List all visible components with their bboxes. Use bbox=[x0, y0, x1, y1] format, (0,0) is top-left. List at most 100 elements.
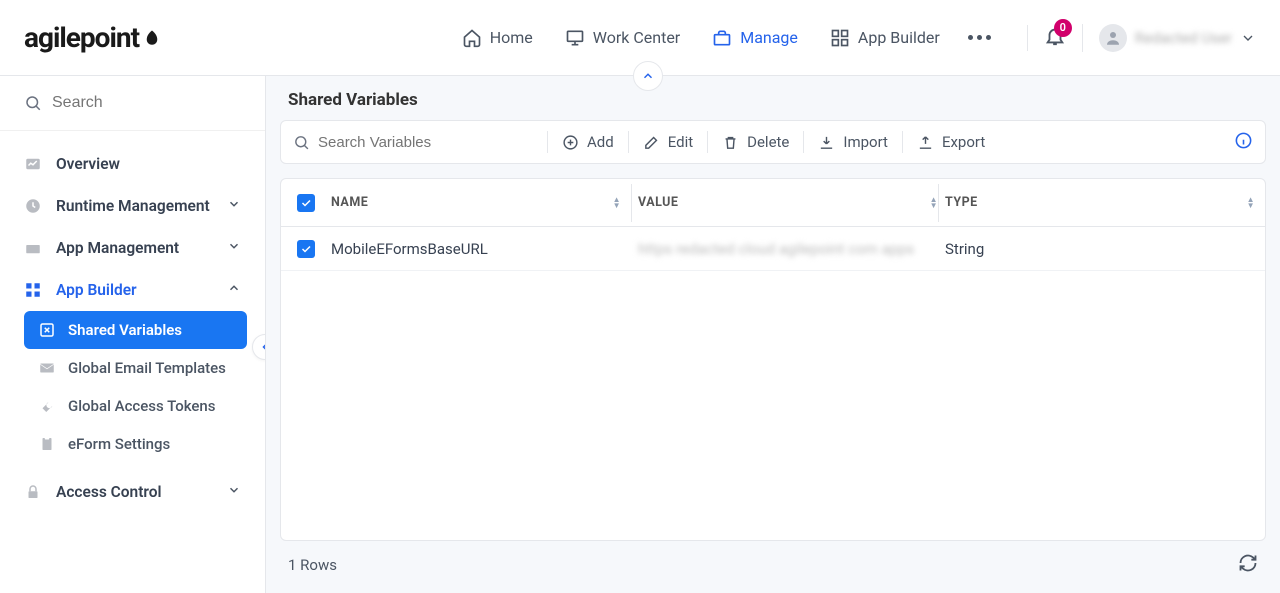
search-icon bbox=[24, 94, 42, 112]
nav-manage[interactable]: Manage bbox=[708, 22, 802, 54]
page-title: Shared Variables bbox=[266, 76, 1280, 120]
cell-value: https redacted cloud agilepoint com apps bbox=[638, 240, 914, 258]
variable-icon bbox=[38, 321, 56, 339]
search-icon bbox=[293, 134, 310, 151]
delete-label: Delete bbox=[747, 133, 789, 151]
import-button[interactable]: Import bbox=[818, 133, 888, 151]
clock-icon bbox=[24, 197, 42, 215]
sidebar-item-appmgmt[interactable]: App Management bbox=[0, 227, 265, 269]
home-icon bbox=[462, 28, 482, 48]
sidebar-subitems-appbuilder: Shared Variables Global Email Templates … bbox=[0, 311, 265, 471]
clipboard-icon bbox=[38, 435, 56, 453]
brand-text: agilepoint bbox=[24, 21, 139, 54]
sidebar-subitem-label: Shared Variables bbox=[68, 321, 182, 339]
divider bbox=[902, 131, 903, 153]
variables-table: Name ▲▼ Value ▲▼ Type ▲▼ bbox=[280, 178, 1266, 541]
toolbar-search[interactable] bbox=[293, 134, 533, 151]
trash-icon bbox=[722, 134, 739, 151]
nav-appbuilder[interactable]: App Builder bbox=[826, 22, 944, 54]
column-header-value[interactable]: Value ▲▼ bbox=[638, 195, 938, 210]
column-header-name[interactable]: Name ▲▼ bbox=[331, 195, 631, 210]
sidebar-item-label: Access Control bbox=[56, 483, 162, 501]
user-icon bbox=[1104, 29, 1122, 47]
info-button[interactable] bbox=[1234, 131, 1253, 154]
sidebar-subitem-label: Global Email Templates bbox=[68, 359, 226, 377]
toolbox-icon bbox=[24, 239, 42, 257]
upload-icon bbox=[917, 134, 934, 151]
check-icon bbox=[300, 197, 312, 209]
sidebar-subitem-eform-settings[interactable]: eForm Settings bbox=[24, 425, 247, 463]
sidebar-item-runtime[interactable]: Runtime Management bbox=[0, 185, 265, 227]
sidebar-subitem-email-templates[interactable]: Global Email Templates bbox=[24, 349, 247, 387]
sidebar-subitem-label: eForm Settings bbox=[68, 435, 170, 453]
column-label: Value bbox=[638, 195, 678, 210]
sidebar-item-access-control[interactable]: Access Control bbox=[0, 471, 265, 513]
brand-logo: agilepoint bbox=[24, 21, 161, 54]
toolbar: Add Edit Delete Import Export bbox=[280, 120, 1266, 164]
add-button[interactable]: Add bbox=[562, 133, 614, 151]
chart-icon bbox=[24, 155, 42, 173]
sidebar-subitem-shared-variables[interactable]: Shared Variables bbox=[24, 311, 247, 349]
table-row[interactable]: MobileEFormsBaseURL https redacted cloud… bbox=[281, 227, 1265, 271]
nav-home[interactable]: Home bbox=[458, 22, 537, 54]
download-icon bbox=[818, 134, 835, 151]
nav-workcenter[interactable]: Work Center bbox=[561, 22, 684, 54]
notifications-button[interactable]: 0 bbox=[1027, 25, 1066, 51]
nav-manage-label: Manage bbox=[740, 28, 798, 47]
sidebar-search[interactable] bbox=[0, 76, 265, 131]
sidebar-item-label: App Builder bbox=[56, 281, 137, 299]
column-label: Type bbox=[945, 195, 978, 210]
chevron-up-icon bbox=[641, 69, 655, 83]
toolbar-search-input[interactable] bbox=[318, 134, 533, 151]
briefcase-icon bbox=[712, 28, 732, 48]
sidebar-search-input[interactable] bbox=[52, 94, 259, 112]
chevron-left-icon bbox=[259, 341, 266, 353]
sidebar-subitem-access-tokens[interactable]: Global Access Tokens bbox=[24, 387, 247, 425]
nav-home-label: Home bbox=[490, 28, 533, 47]
sidebar-item-label: App Management bbox=[56, 239, 179, 257]
header-right: 0 Redacted User bbox=[1015, 24, 1256, 52]
chevron-down-icon bbox=[1240, 30, 1256, 46]
user-name: Redacted User bbox=[1135, 29, 1232, 47]
export-label: Export bbox=[942, 133, 985, 151]
notification-count-badge: 0 bbox=[1054, 19, 1072, 37]
sidebar-item-label: Runtime Management bbox=[56, 197, 210, 215]
sidebar-item-overview[interactable]: Overview bbox=[0, 143, 265, 185]
select-all-checkbox[interactable] bbox=[297, 194, 315, 212]
edit-button[interactable]: Edit bbox=[643, 133, 693, 151]
divider bbox=[631, 230, 632, 268]
divider bbox=[628, 131, 629, 153]
sidebar-item-label: Overview bbox=[56, 155, 120, 173]
row-checkbox[interactable] bbox=[297, 240, 315, 258]
nav-appbuilder-label: App Builder bbox=[858, 28, 940, 47]
collapse-header-handle[interactable] bbox=[633, 61, 663, 91]
sidebar-subitem-label: Global Access Tokens bbox=[68, 397, 216, 415]
edit-label: Edit bbox=[668, 133, 693, 151]
row-count: 1 Rows bbox=[288, 556, 337, 574]
table-header: Name ▲▼ Value ▲▼ Type ▲▼ bbox=[281, 179, 1265, 227]
column-header-type[interactable]: Type ▲▼ bbox=[945, 195, 1255, 210]
table-footer: 1 Rows bbox=[266, 541, 1280, 593]
top-nav: Home Work Center Manage App Builder bbox=[458, 22, 991, 54]
nav-more[interactable] bbox=[968, 35, 991, 40]
divider bbox=[547, 131, 548, 153]
plus-circle-icon bbox=[562, 134, 579, 151]
divider bbox=[631, 184, 632, 222]
monitor-icon bbox=[565, 28, 585, 48]
refresh-button[interactable] bbox=[1238, 553, 1258, 577]
divider bbox=[707, 131, 708, 153]
grid-icon bbox=[830, 28, 850, 48]
cell-type: String bbox=[945, 240, 984, 258]
export-button[interactable]: Export bbox=[917, 133, 985, 151]
sidebar-item-appbuilder[interactable]: App Builder bbox=[0, 269, 265, 311]
divider bbox=[803, 131, 804, 153]
sort-icon: ▲▼ bbox=[1247, 197, 1255, 209]
chevron-down-icon bbox=[227, 483, 241, 497]
user-menu[interactable]: Redacted User bbox=[1082, 24, 1256, 52]
brand-leaf-icon bbox=[143, 29, 161, 47]
import-label: Import bbox=[843, 133, 888, 151]
pencil-icon bbox=[643, 134, 660, 151]
info-icon bbox=[1234, 131, 1253, 150]
delete-button[interactable]: Delete bbox=[722, 133, 789, 151]
sidebar: Overview Runtime Management App Manageme… bbox=[0, 76, 266, 593]
